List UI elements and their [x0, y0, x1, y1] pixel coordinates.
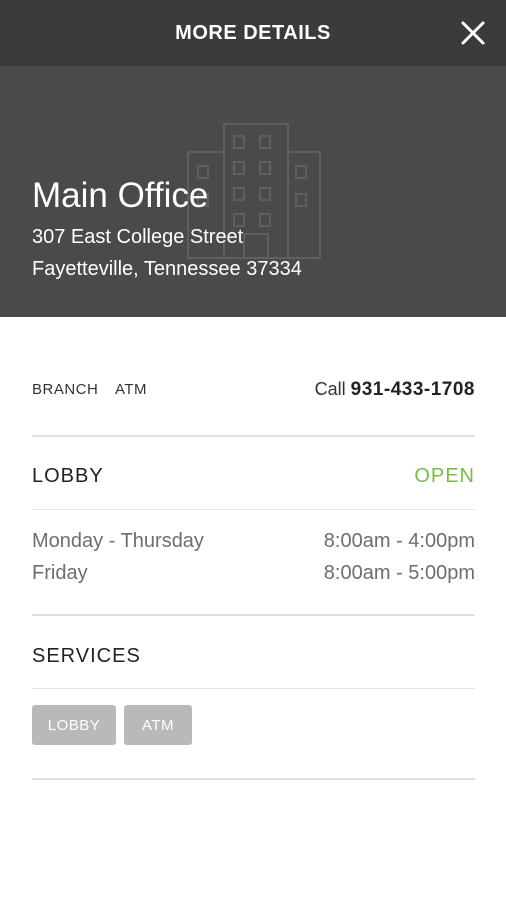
location-hero: Main Office 307 East College Street Faye… — [0, 66, 506, 317]
lobby-title: LOBBY — [32, 465, 104, 487]
hours-time: 8:00am - 5:00pm — [323, 562, 475, 584]
call-label: Call — [314, 379, 346, 399]
service-chip-atm: ATM — [124, 705, 192, 745]
service-chip-lobby: LOBBY — [32, 705, 116, 745]
lobby-status-badge: OPEN — [414, 465, 475, 487]
hours-row: Monday - Thursday 8:00am - 4:00pm — [32, 530, 475, 558]
location-type-row: BRANCH ATM Call 931-433-1708 — [32, 379, 475, 403]
location-name: Main Office — [32, 176, 209, 215]
top-bar: MORE DETAILS — [0, 0, 506, 66]
hours-days: Monday - Thursday — [32, 530, 204, 552]
page-title: MORE DETAILS — [175, 21, 331, 44]
type-tag-atm: ATM — [115, 381, 148, 398]
close-icon[interactable] — [456, 16, 490, 50]
hours-row: Friday 8:00am - 5:00pm — [32, 562, 475, 590]
divider — [32, 435, 475, 437]
services-title: SERVICES — [32, 645, 141, 667]
divider — [32, 688, 475, 689]
divider — [32, 614, 475, 616]
divider — [32, 509, 475, 510]
address-line-2: Fayetteville, Tennessee 37334 — [32, 258, 302, 280]
hours-days: Friday — [32, 562, 88, 584]
address-line-1: 307 East College Street — [32, 226, 244, 248]
divider — [32, 778, 475, 780]
type-tag-branch: BRANCH — [32, 381, 99, 398]
phone-number[interactable]: 931-433-1708 — [351, 379, 475, 400]
hours-time: 8:00am - 4:00pm — [323, 530, 475, 552]
call-link[interactable]: Call 931-433-1708 — [315, 379, 475, 401]
